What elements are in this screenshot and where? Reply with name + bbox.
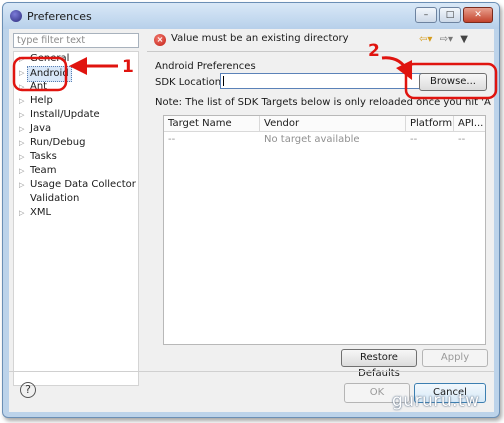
- window-title: Preferences: [27, 10, 92, 23]
- expand-arrow-icon[interactable]: ▷: [19, 94, 24, 108]
- maximize-button[interactable]: □: [439, 7, 461, 23]
- preferences-window: Preferences – □ ✕ type filter text ▷ Gen…: [2, 2, 500, 418]
- column-header-api[interactable]: API...: [454, 116, 485, 132]
- minimize-button[interactable]: –: [415, 7, 437, 23]
- tree-item-android[interactable]: ▷ Android: [14, 66, 138, 82]
- tree-item-label: Java: [30, 123, 52, 134]
- tree-item-usage-data-collector[interactable]: ▷ Usage Data Collector: [14, 178, 138, 192]
- expand-arrow-icon[interactable]: ▷: [19, 164, 24, 178]
- annotation-marker-2: 2: [368, 41, 380, 61]
- dialog-client-area: type filter text ▷ General ▷ Android ▷ A…: [9, 29, 494, 412]
- back-arrow-icon[interactable]: ⇦▾: [419, 34, 432, 45]
- expand-arrow-icon[interactable]: ▷: [19, 108, 24, 122]
- sdk-location-input[interactable]: [220, 73, 422, 89]
- table-cell: No target available: [264, 134, 360, 145]
- forward-arrow-icon[interactable]: ⇨▾: [440, 34, 453, 45]
- annotation-marker-1: 1: [122, 57, 134, 77]
- tree-item-help[interactable]: ▷ Help: [14, 94, 138, 108]
- tree-item-tasks[interactable]: ▷ Tasks: [14, 150, 138, 164]
- sdk-targets-note: Note: The list of SDK Targets below is o…: [155, 97, 491, 108]
- page-navigation: ⇦▾ ⇨▾ ▼: [419, 34, 472, 45]
- table-cell: --: [410, 134, 418, 145]
- tree-item-xml[interactable]: ▷ XML: [14, 206, 138, 220]
- tree-item-general[interactable]: ▷ General: [14, 52, 138, 66]
- restore-defaults-button[interactable]: Restore Defaults: [341, 349, 417, 379]
- tree-item-label: Help: [30, 95, 53, 106]
- sdk-location-label: SDK Location:: [155, 77, 225, 88]
- title-bar: Preferences – □ ✕: [3, 3, 499, 29]
- tree-item-install-update[interactable]: ▷ Install/Update: [14, 108, 138, 122]
- browse-button[interactable]: Browse...: [419, 73, 487, 91]
- error-icon: ×: [154, 34, 166, 46]
- tree-item-label: Validation: [30, 193, 80, 204]
- tree-item-run-debug[interactable]: ▷ Run/Debug: [14, 136, 138, 150]
- table-cell: --: [168, 134, 176, 145]
- expand-arrow-icon[interactable]: ▷: [19, 52, 24, 66]
- help-button[interactable]: ?: [20, 382, 36, 398]
- watermark: gururu.tw: [392, 391, 480, 411]
- tree-item-label: Tasks: [30, 151, 57, 162]
- dropdown-menu-icon[interactable]: ▼: [460, 34, 468, 45]
- close-button[interactable]: ✕: [463, 7, 493, 23]
- table-cell: --: [458, 134, 466, 145]
- tree-item-label: Install/Update: [30, 109, 100, 120]
- page-title: Android Preferences: [155, 61, 256, 72]
- tree-item-label: XML: [30, 207, 52, 218]
- tree-item-ant[interactable]: ▷ Ant: [14, 80, 138, 94]
- tree-item-label: Usage Data Collector: [30, 179, 136, 190]
- expand-arrow-icon[interactable]: ▷: [19, 136, 24, 150]
- column-header-target-name[interactable]: Target Name: [164, 116, 260, 132]
- expand-arrow-icon[interactable]: ▷: [19, 122, 24, 136]
- expand-arrow-icon[interactable]: ▷: [19, 66, 24, 80]
- preferences-tree: ▷ General ▷ Android ▷ Ant ▷ Help ▷ Insta…: [13, 51, 139, 386]
- expand-arrow-icon[interactable]: ▷: [19, 80, 24, 94]
- expand-arrow-icon[interactable]: ▷: [19, 206, 24, 220]
- column-header-vendor[interactable]: Vendor: [260, 116, 406, 132]
- sdk-targets-table[interactable]: Target Name Vendor Platform API... -- No…: [163, 115, 486, 345]
- header-separator: [147, 51, 494, 52]
- footer-separator: [9, 371, 494, 372]
- tree-item-validation[interactable]: Validation: [14, 192, 138, 206]
- error-message: Value must be an existing directory: [171, 33, 349, 44]
- text-caret: [223, 76, 224, 86]
- column-header-platform[interactable]: Platform: [406, 116, 454, 132]
- tree-item-label: Run/Debug: [30, 137, 86, 148]
- tree-item-label: General: [30, 53, 70, 64]
- apply-button[interactable]: Apply: [422, 349, 488, 367]
- tree-item-java[interactable]: ▷ Java: [14, 122, 138, 136]
- tree-item-team[interactable]: ▷ Team: [14, 164, 138, 178]
- expand-arrow-icon[interactable]: ▷: [19, 150, 24, 164]
- tree-item-label: Team: [30, 165, 57, 176]
- eclipse-app-icon: [10, 10, 22, 22]
- filter-input[interactable]: type filter text: [13, 33, 139, 48]
- tree-item-label: Ant: [30, 81, 48, 92]
- expand-arrow-icon[interactable]: ▷: [19, 178, 24, 192]
